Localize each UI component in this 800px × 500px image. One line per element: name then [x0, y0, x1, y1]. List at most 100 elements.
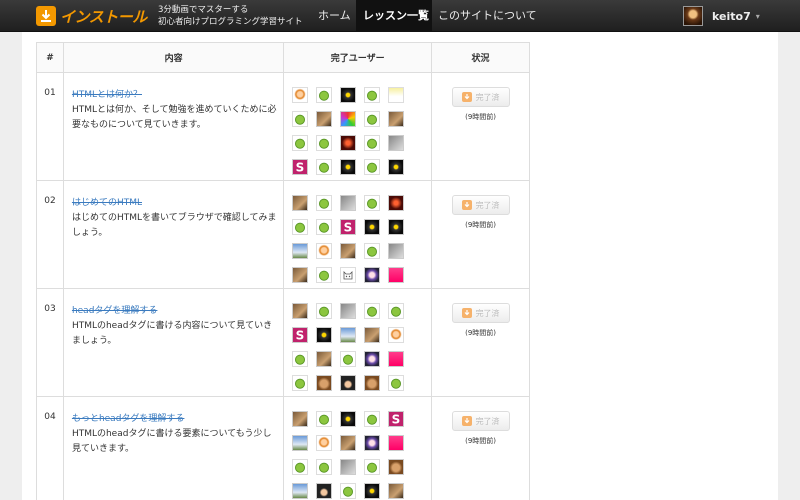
user-avatar-leaf[interactable]: [364, 159, 381, 175]
table-row: 01 HTMLとは何か？ HTMLとは何か、そして勉強を進めていくために必要なも…: [36, 72, 530, 181]
lesson-title-link[interactable]: もっとheadタグを理解する: [72, 411, 277, 424]
lesson-title-link[interactable]: はじめてのHTML: [72, 195, 277, 208]
user-avatar-dog[interactable]: [364, 375, 381, 391]
user-avatar-photo[interactable]: [388, 483, 405, 499]
user-avatar-s[interactable]: S: [292, 327, 309, 343]
user-avatar-pink[interactable]: [388, 435, 405, 451]
user-avatar-gray[interactable]: [340, 459, 357, 475]
lesson-title-link[interactable]: headタグを理解する: [72, 303, 277, 316]
user-avatar-dark[interactable]: [340, 87, 357, 103]
user-avatar-leaf[interactable]: [364, 411, 381, 427]
user-avatar-leaf[interactable]: [340, 351, 357, 367]
user-avatar-sky[interactable]: [292, 435, 309, 451]
user-avatar-leaf[interactable]: [364, 87, 381, 103]
user-avatar-blue[interactable]: [364, 267, 381, 283]
user-avatar-anime[interactable]: [316, 483, 333, 499]
user-avatar-blue[interactable]: [364, 351, 381, 367]
user-avatar-sky[interactable]: [292, 483, 309, 499]
user-avatar-photo[interactable]: [292, 267, 309, 283]
user-avatar-dog[interactable]: [316, 375, 333, 391]
user-avatar-dog[interactable]: [388, 459, 405, 475]
completed-button[interactable]: 完了済: [451, 87, 510, 107]
user-avatar-dark[interactable]: [388, 219, 405, 235]
user-avatar-gray[interactable]: [340, 195, 357, 211]
user-avatar-s[interactable]: S: [340, 219, 357, 235]
user-avatar-sky[interactable]: [292, 243, 309, 259]
user-avatar-leaf[interactable]: [388, 375, 405, 391]
user-avatar-red[interactable]: [388, 195, 405, 211]
user-avatar-photo[interactable]: [292, 195, 309, 211]
user-avatar-photo[interactable]: [292, 303, 309, 319]
user-avatar-cat[interactable]: [340, 267, 357, 283]
user-avatar-leaf[interactable]: [316, 159, 333, 175]
user-menu[interactable]: keito7 ▾: [683, 5, 760, 27]
user-avatar-dark[interactable]: [388, 159, 405, 175]
column-header-users: 完了ユーザー: [283, 42, 433, 73]
user-avatar-photo[interactable]: [316, 351, 333, 367]
user-avatar-sky[interactable]: [340, 327, 357, 343]
chevron-down-icon: ▾: [755, 11, 760, 21]
user-avatar-leaf[interactable]: [316, 267, 333, 283]
user-avatar-leaf[interactable]: [292, 351, 309, 367]
completed-button[interactable]: 完了済: [451, 411, 510, 431]
user-avatar-leaf[interactable]: [364, 195, 381, 211]
user-avatar-dark[interactable]: [316, 327, 333, 343]
user-avatar-leaf[interactable]: [292, 111, 309, 127]
user-avatar-leaf[interactable]: [316, 459, 333, 475]
user-avatar-girl[interactable]: [316, 243, 333, 259]
user-avatar-leaf[interactable]: [364, 459, 381, 475]
user-avatar-leaf[interactable]: [316, 303, 333, 319]
user-avatar-leaf[interactable]: [364, 243, 381, 259]
lesson-description: HTMLとは何か、そして勉強を進めていくために必要なものについて見ていきます。: [71, 105, 277, 130]
user-avatar-leaf[interactable]: [292, 459, 309, 475]
user-avatar-leaf[interactable]: [388, 303, 405, 319]
user-avatar-leaf[interactable]: [316, 219, 333, 235]
site-logo[interactable]: インストール: [36, 5, 147, 27]
user-avatar-photo[interactable]: [316, 111, 333, 127]
user-avatar-leaf[interactable]: [364, 135, 381, 151]
user-avatar-leaf[interactable]: [364, 111, 381, 127]
user-avatar-leaf[interactable]: [340, 483, 357, 499]
user-avatar-anime[interactable]: [340, 375, 357, 391]
completed-button[interactable]: 完了済: [451, 303, 510, 323]
user-avatar-photo[interactable]: [340, 435, 357, 451]
user-avatar-gray[interactable]: [388, 243, 405, 259]
user-avatar-leaf[interactable]: [292, 135, 309, 151]
user-avatar-dark[interactable]: [364, 219, 381, 235]
user-avatar-s[interactable]: S: [388, 411, 405, 427]
nav-home[interactable]: ホーム: [312, 0, 356, 32]
main-nav: ホーム レッスン一覧 このサイトについて: [312, 0, 537, 32]
user-avatar-color[interactable]: [340, 111, 357, 127]
user-avatar-dark[interactable]: [364, 483, 381, 499]
user-avatar-pink[interactable]: [388, 351, 405, 367]
user-avatar-photo[interactable]: [388, 111, 405, 127]
user-avatar-s[interactable]: S: [292, 159, 309, 175]
user-avatar-leaf[interactable]: [292, 219, 309, 235]
user-avatar-leaf[interactable]: [364, 303, 381, 319]
user-avatar-girl[interactable]: [316, 435, 333, 451]
user-avatar-leaf[interactable]: [316, 135, 333, 151]
lesson-title-link[interactable]: HTMLとは何か？: [72, 87, 277, 100]
completed-button[interactable]: 完了済: [451, 195, 510, 215]
user-avatar-girl[interactable]: [388, 327, 405, 343]
user-avatar-leaf[interactable]: [316, 195, 333, 211]
user-avatar-blue[interactable]: [364, 435, 381, 451]
user-avatar-dark[interactable]: [340, 159, 357, 175]
user-avatar-fox[interactable]: [388, 87, 405, 103]
user-avatar-photo[interactable]: [292, 411, 309, 427]
nav-about[interactable]: このサイトについて: [432, 0, 537, 32]
user-avatar-girl[interactable]: [292, 87, 309, 103]
user-avatar-pink[interactable]: [388, 267, 405, 283]
lesson-table: # 内容 完了ユーザー 状況 01 HTMLとは何か？ HTMLとは何か、そして…: [36, 42, 530, 500]
user-avatar-photo[interactable]: [340, 243, 357, 259]
user-avatar-leaf[interactable]: [316, 87, 333, 103]
user-avatar-dark[interactable]: [340, 411, 357, 427]
user-avatar-gray[interactable]: [340, 303, 357, 319]
user-avatar-red[interactable]: [340, 135, 357, 151]
user-avatar-leaf[interactable]: [316, 411, 333, 427]
user-avatar-photo[interactable]: [364, 327, 381, 343]
lesson-content: headタグを理解する HTMLのheadタグに書ける内容について見ていきましょ…: [62, 288, 285, 397]
user-avatar-leaf[interactable]: [292, 375, 309, 391]
user-avatar-gray[interactable]: [388, 135, 405, 151]
nav-lesson-list[interactable]: レッスン一覧: [356, 0, 432, 32]
